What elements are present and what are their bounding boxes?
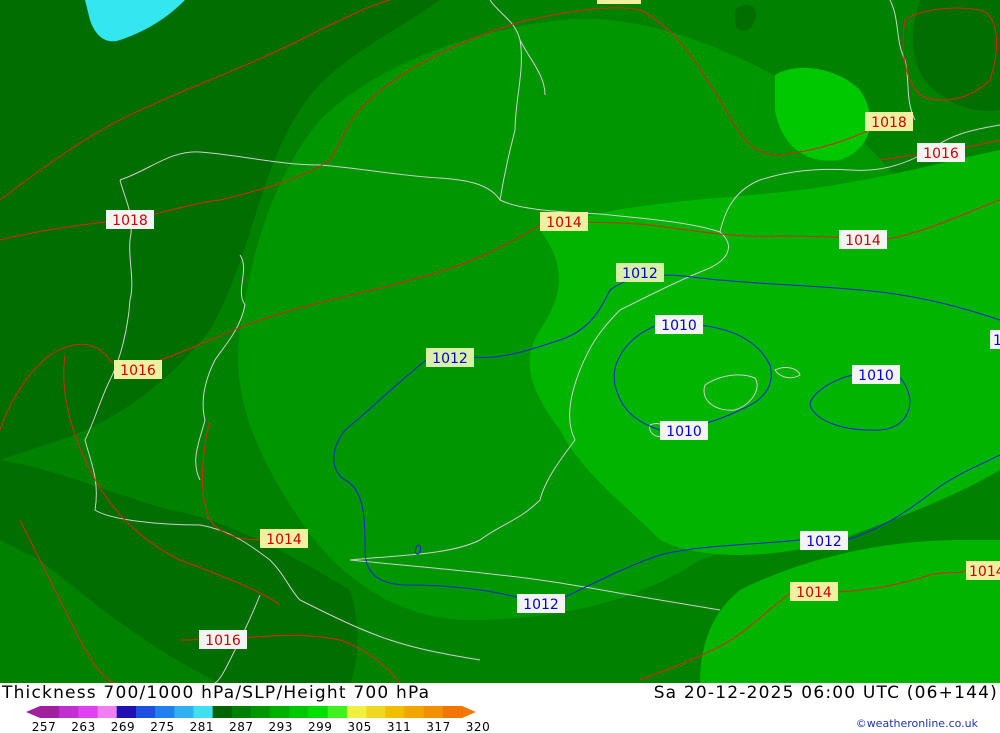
isobar-label-text: 1012 bbox=[523, 597, 559, 613]
color-scale-swatch bbox=[423, 706, 444, 718]
isobar-label-1012-edge: 1012 bbox=[990, 330, 1000, 349]
color-scale-swatch bbox=[251, 706, 271, 718]
color-scale-swatch bbox=[327, 706, 348, 718]
color-scale-tick-label: 257 bbox=[32, 720, 56, 733]
isobar-label-1014-south: 1014 bbox=[260, 529, 308, 548]
color-scale-tick-label: 299 bbox=[308, 720, 332, 733]
band-darkest-green-west-patch bbox=[105, 276, 129, 315]
color-scale-swatch bbox=[308, 706, 329, 718]
color-scale-arrow-right bbox=[462, 706, 476, 718]
color-scale-swatch bbox=[193, 706, 214, 718]
isobar-label-text: 1016 bbox=[120, 363, 156, 379]
color-scale-tick-label: 311 bbox=[387, 720, 411, 733]
isobar-label-1012-south: 1012 bbox=[517, 594, 565, 613]
isobar-label-1012-se: 1012 bbox=[800, 531, 848, 550]
color-scale-tick-label: 269 bbox=[111, 720, 135, 733]
weather-map: 1018 1016 1018 1014 1014 1012 1010 1012 bbox=[0, 0, 1000, 683]
color-scale-swatch bbox=[346, 706, 367, 718]
color-scale-tick-label: 287 bbox=[229, 720, 253, 733]
isobar-label-1012-center: 1012 bbox=[426, 348, 474, 367]
isobar-label-1018-west: 1018 bbox=[106, 210, 154, 229]
color-scale-swatch bbox=[174, 706, 194, 718]
color-scale-swatch bbox=[442, 706, 463, 718]
isobar-label-text: 1016 bbox=[923, 146, 959, 162]
isobar-label-text: 1014 bbox=[845, 233, 881, 249]
map-footer: Thickness 700/1000 hPa/SLP/Height 700 hP… bbox=[0, 683, 1000, 733]
isobar-label-text: 1014 bbox=[969, 564, 1000, 580]
isobar-label-1014-east: 1014 bbox=[839, 230, 887, 249]
isobar-label-1018-north: 1018 bbox=[865, 112, 913, 131]
isobar-label-text: 1012 bbox=[993, 333, 1000, 349]
color-scale-swatch bbox=[231, 706, 252, 718]
color-scale-swatch bbox=[40, 706, 60, 718]
color-scale-swatch bbox=[116, 706, 137, 718]
isobar-label-text: 1014 bbox=[266, 532, 302, 548]
map-valid-time: Sa 20-12-2025 06:00 UTC (06+144) bbox=[653, 683, 998, 703]
color-scale-tick-label: 275 bbox=[150, 720, 174, 733]
isobar-label-text: 1016 bbox=[205, 633, 241, 649]
color-scale-swatch bbox=[270, 706, 290, 718]
color-scale-tick-label: 317 bbox=[426, 720, 450, 733]
color-scale-tick-label: 281 bbox=[190, 720, 214, 733]
color-scale-swatch bbox=[385, 706, 405, 718]
isobar-label-text: 1012 bbox=[806, 534, 842, 550]
isobar-label-text: 1012 bbox=[622, 266, 658, 282]
color-scale-swatch bbox=[135, 706, 156, 718]
color-scale-tick-labels: 257 263 269 275 281 287 293 299 305 311 317 320 bbox=[32, 720, 490, 733]
isobar-label-1012-north: 1012 bbox=[616, 263, 664, 282]
color-scale-swatch bbox=[155, 706, 175, 718]
color-scale-legend: 257 263 269 275 281 287 293 299 305 311 317 320 bbox=[26, 706, 490, 733]
color-scale-swatch bbox=[404, 706, 425, 718]
isobar-label-text: 1018 bbox=[112, 213, 148, 229]
credit-link[interactable]: ©weatheronline.co.uk bbox=[856, 717, 978, 730]
color-scale-swatches bbox=[26, 706, 476, 718]
color-scale-tick-label: 305 bbox=[347, 720, 371, 733]
isobar-label-top-partial bbox=[597, 0, 641, 4]
isobar-label-text: 1010 bbox=[858, 368, 894, 384]
map-product-title: Thickness 700/1000 hPa/SLP/Height 700 hP… bbox=[2, 683, 431, 703]
isobar-label-1014-edge: 1014 bbox=[966, 561, 1000, 580]
isobar-label-text: 1012 bbox=[432, 351, 468, 367]
color-scale-arrow-left bbox=[26, 706, 40, 718]
isobar-label-1014-se: 1014 bbox=[790, 582, 838, 601]
isobar-label-text: 1014 bbox=[546, 215, 582, 231]
isobar-label-text: 1010 bbox=[666, 424, 702, 440]
isobar-label-1010-b: 1010 bbox=[852, 365, 900, 384]
isobar-label-1014-north: 1014 bbox=[540, 212, 588, 231]
isobar-label-1010-a: 1010 bbox=[655, 315, 703, 334]
color-scale-swatch bbox=[366, 706, 386, 718]
color-scale-swatch bbox=[59, 706, 79, 718]
color-scale-tick-label: 320 bbox=[466, 720, 490, 733]
isobar-label-1010-c: 1010 bbox=[660, 421, 708, 440]
isobar-label-1016-ne: 1016 bbox=[917, 143, 965, 162]
isobar-label-text: 1010 bbox=[661, 318, 697, 334]
isobar-label-1016-west: 1016 bbox=[114, 360, 162, 379]
color-scale-tick-label: 293 bbox=[268, 720, 292, 733]
color-scale-swatch bbox=[212, 706, 233, 718]
isobar-label-text: 1014 bbox=[796, 585, 832, 601]
color-scale-swatch bbox=[289, 706, 310, 718]
color-scale-swatch bbox=[97, 706, 118, 718]
isobar-label-1016-south: 1016 bbox=[199, 630, 247, 649]
color-scale-tick-label: 263 bbox=[71, 720, 95, 733]
color-scale-swatch bbox=[78, 706, 99, 718]
isobar-label-text: 1018 bbox=[871, 115, 907, 131]
